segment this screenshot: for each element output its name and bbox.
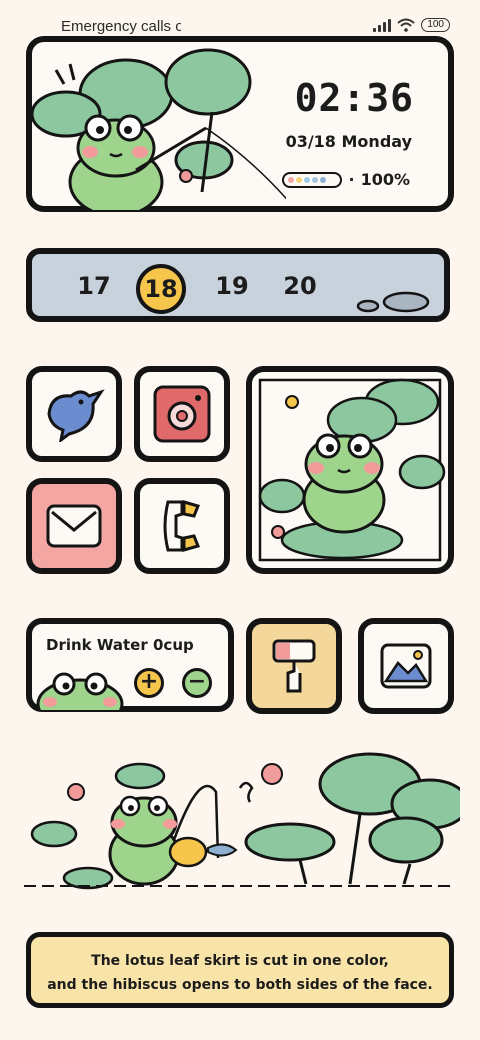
- frog-pond-illustration: [258, 378, 446, 562]
- clock-widget[interactable]: 02:36 03/18 Monday · 100%: [26, 36, 454, 212]
- frog-face-icon: [36, 672, 124, 710]
- calendar-strip[interactable]: 17 18 19 20: [26, 248, 450, 322]
- paint-roller-icon: [272, 639, 316, 693]
- signal-icon: [373, 18, 392, 32]
- pebbles-decoration: [356, 291, 430, 313]
- water-widget[interactable]: Drink Water 0cup + −: [26, 618, 234, 712]
- gallery-icon: [380, 643, 432, 689]
- app-theme[interactable]: [246, 618, 342, 714]
- camera-icon: [153, 385, 211, 443]
- add-cup-button[interactable]: +: [134, 668, 164, 698]
- battery-icon: [282, 171, 343, 188]
- battery-row: · 100%: [282, 170, 410, 189]
- mail-icon: [46, 504, 102, 548]
- status-icons: 100: [373, 18, 450, 32]
- battery-indicator: 100: [421, 18, 450, 32]
- clock-time: 02:36: [294, 76, 414, 120]
- caption-line-1: The lotus leaf skirt is cut in one color…: [91, 953, 389, 969]
- calendar-day[interactable]: 20: [280, 272, 320, 300]
- caption-banner: The lotus leaf skirt is cut in one color…: [26, 932, 454, 1008]
- bird-icon: [47, 389, 105, 442]
- app-gallery[interactable]: [358, 618, 454, 714]
- remove-cup-button[interactable]: −: [182, 668, 212, 698]
- calendar-day[interactable]: 19: [212, 272, 252, 300]
- clock-date: 03/18 Monday: [285, 132, 412, 151]
- battery-percent: 100%: [360, 170, 410, 189]
- calendar-today[interactable]: 18: [136, 264, 186, 314]
- app-phone[interactable]: [134, 478, 230, 574]
- app-instagram[interactable]: [134, 366, 230, 462]
- photo-widget[interactable]: [246, 366, 454, 574]
- app-twitter[interactable]: [26, 366, 122, 462]
- app-mail[interactable]: [26, 478, 122, 574]
- frog-lotus-illustration: [30, 48, 286, 210]
- calendar-day[interactable]: 17: [74, 272, 114, 300]
- carrier-text: Emergency calls o: [61, 18, 181, 35]
- wifi-icon: [397, 18, 415, 32]
- caption-line-2: and the hibiscus opens to both sides of …: [47, 977, 433, 993]
- phone-icon: [163, 500, 201, 552]
- water-unit: cup: [163, 636, 194, 654]
- frog-fishing-scene: [24, 752, 460, 890]
- water-title: Drink Water 0cup: [46, 636, 194, 654]
- water-count: 0: [152, 636, 164, 654]
